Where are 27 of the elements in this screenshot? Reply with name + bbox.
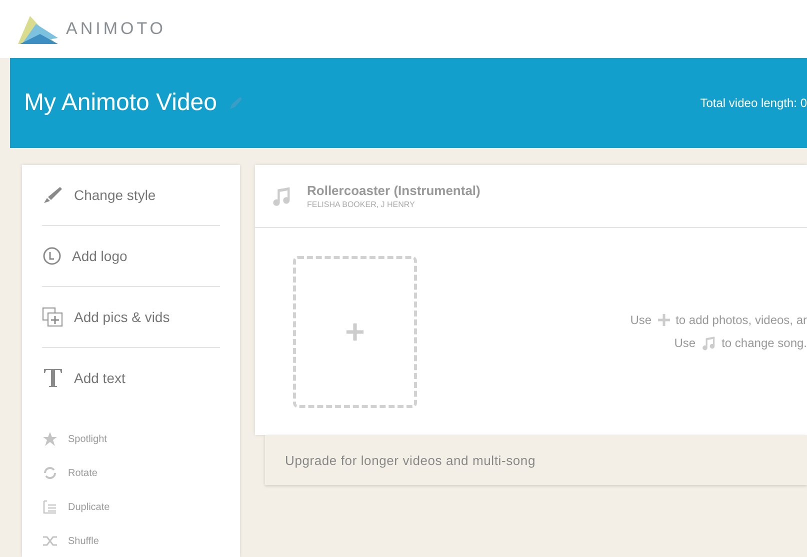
duplicate-icon xyxy=(42,499,58,515)
plus-icon xyxy=(656,312,671,326)
music-note-icon xyxy=(700,334,717,350)
paintbrush-icon xyxy=(42,185,64,205)
hint-text: to add photos, videos, ar xyxy=(676,312,807,326)
add-media-button[interactable] xyxy=(293,256,417,408)
hint-text: Use xyxy=(674,336,696,350)
logo-circle-icon xyxy=(42,246,62,266)
song-title[interactable]: Rollercoaster (Instrumental) xyxy=(307,183,480,198)
rotate-icon xyxy=(42,465,58,481)
logo-wordmark: ANIMOTO xyxy=(66,19,166,39)
upgrade-text: Upgrade for longer videos and multi-song xyxy=(285,452,536,468)
sidebar-item[interactable]: Add text xyxy=(74,370,126,386)
plus-icon xyxy=(345,322,365,342)
star-icon xyxy=(42,431,58,447)
song-artist: FELISHA BOOKER, J HENRY xyxy=(307,200,416,209)
add-media-icon xyxy=(42,307,64,327)
pencil-icon[interactable] xyxy=(229,96,243,110)
upgrade-banner[interactable]: Upgrade for longer videos and multi-song xyxy=(265,435,807,485)
sidebar-item[interactable]: Add logo xyxy=(72,248,128,264)
text-t-icon xyxy=(42,367,64,389)
video-length: Total video length: 0 xyxy=(700,96,807,110)
sidebar-item[interactable]: Change style xyxy=(74,187,156,203)
hint-text: Use xyxy=(630,312,652,326)
sidebar-item[interactable]: Add pics & vids xyxy=(74,309,170,325)
video-title: My Animoto Video xyxy=(24,89,217,117)
hint-text: to change song. xyxy=(722,336,807,350)
